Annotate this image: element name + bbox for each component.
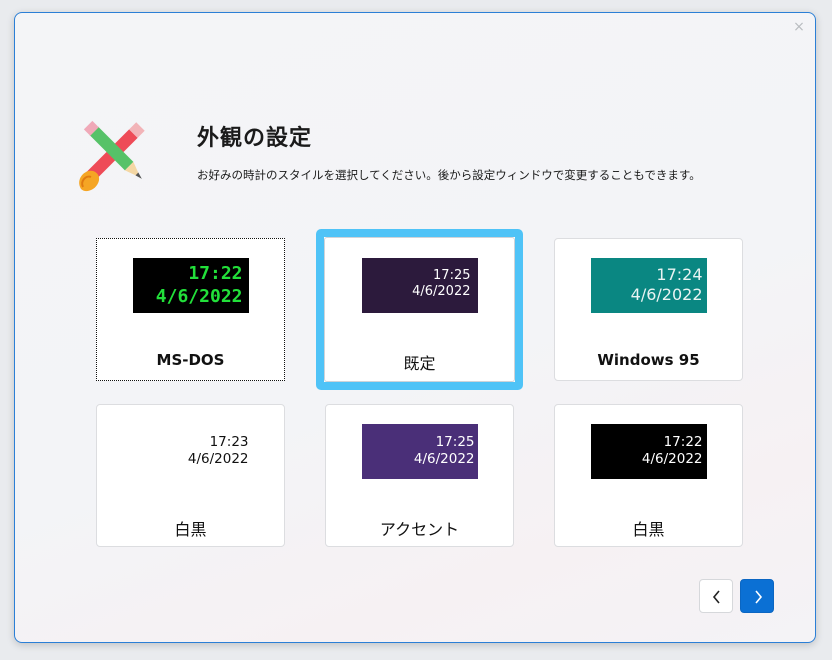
preview-time: 17:22 <box>663 434 703 450</box>
clock-preview: 17:25 4/6/2022 <box>361 424 478 479</box>
clock-preview: 17:25 4/6/2022 <box>361 258 478 313</box>
style-card-default[interactable]: 17:25 4/6/2022 既定 <box>316 229 523 390</box>
style-card-black-white[interactable]: 17:22 4/6/2022 白黒 <box>554 404 743 547</box>
clock-preview: 17:23 4/6/2022 <box>132 424 249 479</box>
page-title: 外観の設定 <box>197 126 313 151</box>
previous-button[interactable] <box>699 579 733 613</box>
preview-date: 4/6/2022 <box>413 450 475 467</box>
preview-date: 4/6/2022 <box>630 285 703 304</box>
page-description: お好みの時計のスタイルを選択してください。後から設定ウィンドウで変更することもで… <box>197 168 701 182</box>
style-card-white-black[interactable]: 17:23 4/6/2022 白黒 <box>96 404 285 547</box>
close-button[interactable]: × <box>791 19 807 35</box>
chevron-right-icon <box>755 590 763 604</box>
style-card-accent[interactable]: 17:25 4/6/2022 アクセント <box>325 404 514 547</box>
style-label: アクセント <box>379 520 460 539</box>
clock-preview: 17:24 4/6/2022 <box>590 258 707 313</box>
clock-preview: 17:22 4/6/2022 <box>590 424 707 479</box>
preview-date: 4/6/2022 <box>641 450 703 467</box>
preview-time: 17:22 <box>188 263 243 284</box>
preview-date: 4/6/2022 <box>412 284 471 300</box>
preview-time: 17:23 <box>209 434 249 450</box>
preview-time: 17:24 <box>656 265 703 284</box>
pencil-brush-icon <box>79 120 145 192</box>
style-label: MS-DOS <box>156 351 225 369</box>
style-card-windows-95[interactable]: 17:24 4/6/2022 Windows 95 <box>554 238 743 381</box>
chevron-left-icon <box>712 590 720 604</box>
style-label: 白黒 <box>632 520 665 539</box>
preview-time: 17:25 <box>433 268 471 283</box>
clock-preview: 17:22 4/6/2022 <box>132 258 249 313</box>
style-label: Windows 95 <box>597 351 700 369</box>
card-surface: 17:25 4/6/2022 既定 <box>324 237 515 382</box>
setup-dialog: × 外観の設定 お好みの時計のスタイルを選択してください。後から設定ウィンドウで… <box>14 12 816 643</box>
style-label: 白黒 <box>174 520 207 539</box>
style-card-ms-dos[interactable]: 17:22 4/6/2022 MS-DOS <box>96 238 285 381</box>
next-button[interactable] <box>740 579 774 613</box>
preview-time: 17:25 <box>435 434 475 450</box>
preview-date: 4/6/2022 <box>155 285 243 307</box>
style-label: 既定 <box>403 354 436 373</box>
preview-date: 4/6/2022 <box>187 450 249 467</box>
